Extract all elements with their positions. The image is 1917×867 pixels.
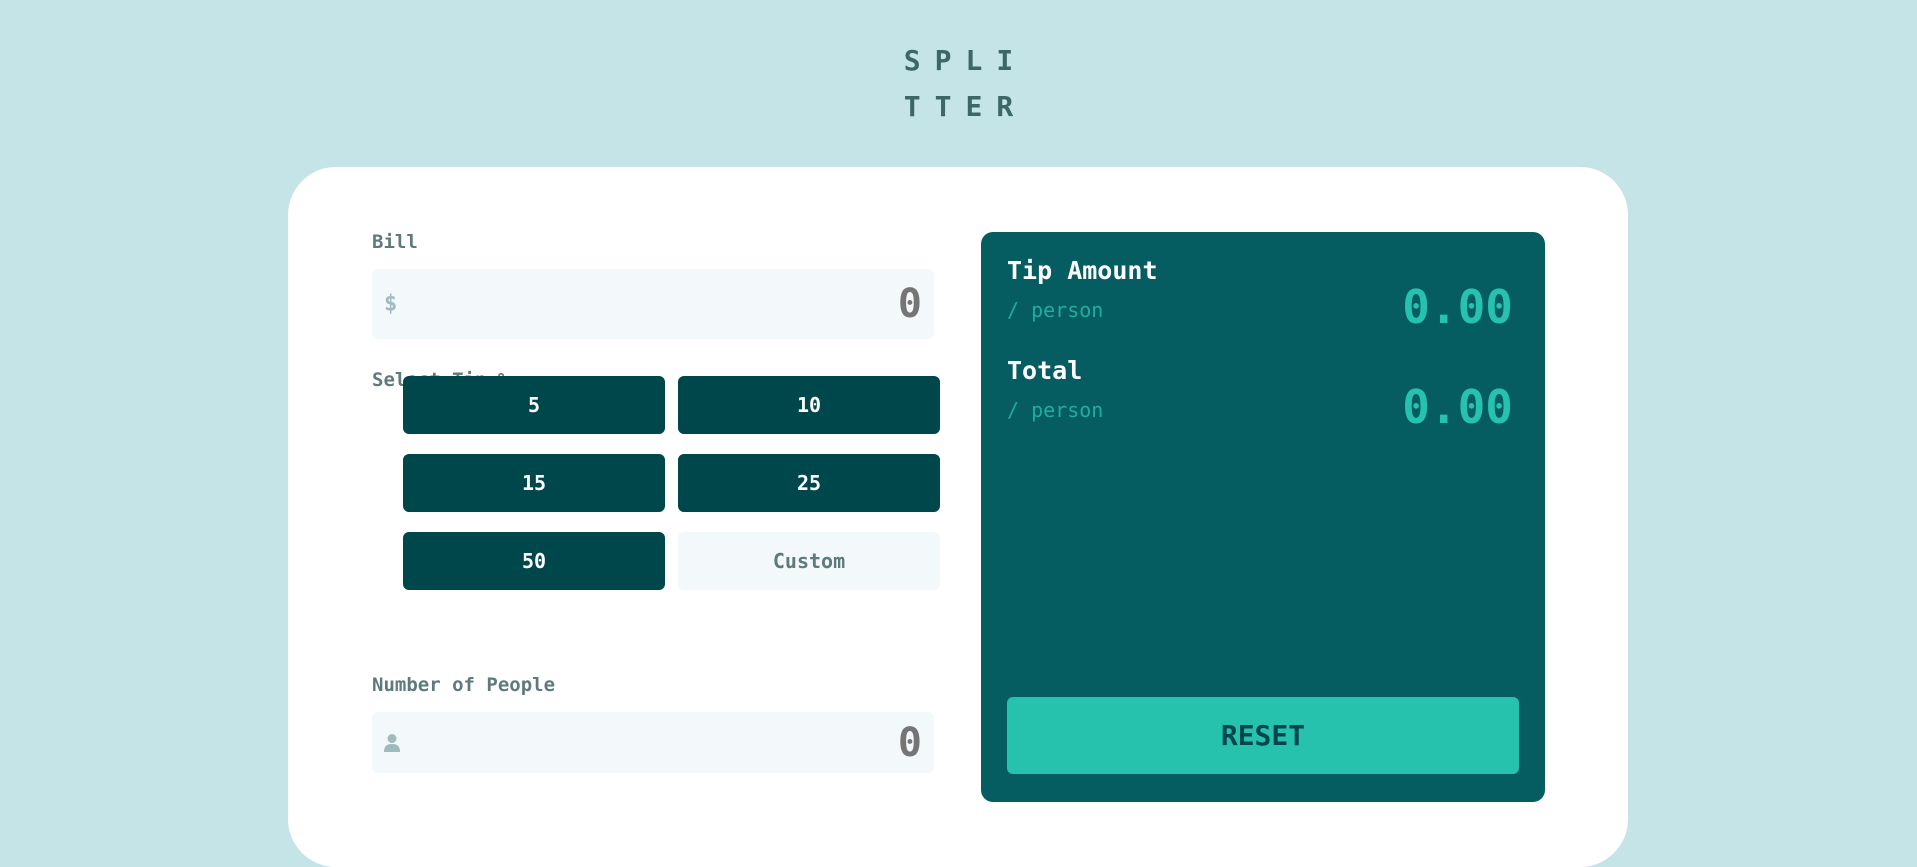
app-logo: SPLI TTER xyxy=(0,38,1917,130)
total-value: 0.00 xyxy=(1402,380,1513,434)
calculator-card: Bill $ Select Tip % 5 10 15 25 50 Number… xyxy=(288,167,1628,867)
people-field[interactable] xyxy=(372,712,934,773)
total-per-person: / person xyxy=(1007,398,1104,422)
bill-input[interactable] xyxy=(412,269,922,339)
total-title: Total xyxy=(1007,356,1083,385)
tip-custom-input[interactable] xyxy=(678,532,940,590)
dollar-icon: $ xyxy=(384,291,398,317)
tip-amount-value: 0.00 xyxy=(1402,280,1513,334)
tip-button-25[interactable]: 25 xyxy=(678,454,940,512)
tip-button-50[interactable]: 50 xyxy=(403,532,665,590)
bill-field[interactable]: $ xyxy=(372,269,934,339)
reset-button[interactable]: RESET xyxy=(1007,697,1519,774)
people-input[interactable] xyxy=(412,712,922,773)
tip-amount-per-person: / person xyxy=(1007,298,1104,322)
tip-custom-field[interactable] xyxy=(678,532,940,590)
results-panel: Tip Amount / person 0.00 Total / person … xyxy=(981,232,1545,802)
tip-amount-title: Tip Amount xyxy=(1007,256,1158,285)
logo-line-2: TTER xyxy=(903,90,1028,123)
people-label: Number of People xyxy=(372,674,556,696)
logo-line-1: SPLI xyxy=(903,44,1028,77)
tip-button-10[interactable]: 10 xyxy=(678,376,940,434)
tip-button-15[interactable]: 15 xyxy=(403,454,665,512)
total-row: Total / person 0.00 xyxy=(1007,356,1513,436)
person-icon xyxy=(384,733,400,752)
bill-label: Bill xyxy=(372,231,418,253)
tip-amount-row: Tip Amount / person 0.00 xyxy=(1007,256,1513,336)
tip-button-5[interactable]: 5 xyxy=(403,376,665,434)
